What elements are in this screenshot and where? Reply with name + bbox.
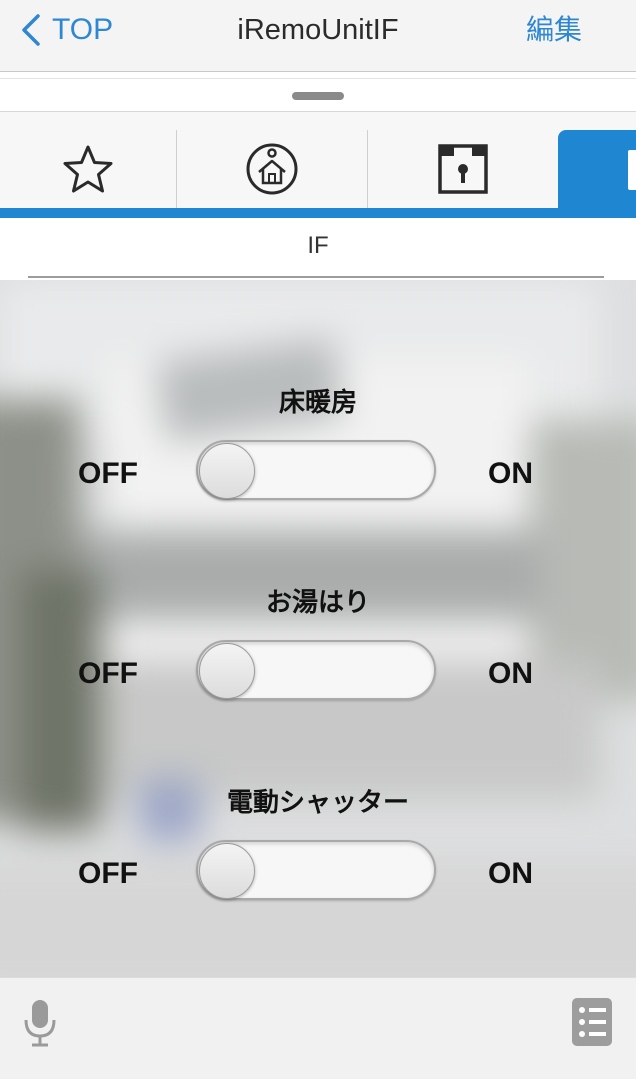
tab-remote[interactable]	[558, 130, 636, 210]
edit-button[interactable]: 編集	[526, 10, 582, 50]
toggle-knob[interactable]	[199, 643, 255, 699]
bottom-toolbar	[0, 977, 636, 1079]
section-title: IF	[307, 232, 329, 259]
navigation-bar: TOP iRemoUnitIF 編集	[0, 0, 636, 72]
microphone-icon[interactable]	[22, 998, 58, 1048]
drag-handle[interactable]	[292, 92, 344, 100]
star-icon	[63, 145, 113, 193]
on-label: ON	[488, 457, 533, 490]
home-icon	[246, 143, 298, 195]
remote-icon	[628, 150, 636, 190]
control-label: 電動シャッター	[226, 788, 409, 818]
list-icon[interactable]	[572, 998, 612, 1046]
tab-bar	[0, 112, 636, 218]
lock-box-icon	[438, 144, 488, 194]
on-label: ON	[488, 857, 533, 890]
tab-home[interactable]	[177, 130, 367, 208]
toggle-knob[interactable]	[199, 443, 255, 499]
electric-shutter-toggle[interactable]	[196, 840, 436, 900]
floor-heating-toggle[interactable]	[196, 440, 436, 500]
tab-favorites[interactable]	[0, 130, 176, 208]
control-label: 床暖房	[278, 388, 357, 418]
on-label: ON	[488, 657, 533, 690]
sheet-handle-area[interactable]	[0, 78, 636, 112]
section-header: IF	[0, 218, 636, 280]
off-label: OFF	[78, 457, 138, 490]
control-label: お湯はり	[265, 588, 370, 618]
bath-fill-toggle[interactable]	[196, 640, 436, 700]
off-label: OFF	[78, 857, 138, 890]
section-divider	[28, 276, 604, 278]
off-label: OFF	[78, 657, 138, 690]
tab-indicator	[0, 208, 636, 218]
tab-security[interactable]	[368, 130, 558, 208]
control-panel: 床暖房 OFF ON お湯はり OFF ON 電動シャッター OFF ON	[0, 280, 636, 977]
toggle-knob[interactable]	[199, 843, 255, 899]
